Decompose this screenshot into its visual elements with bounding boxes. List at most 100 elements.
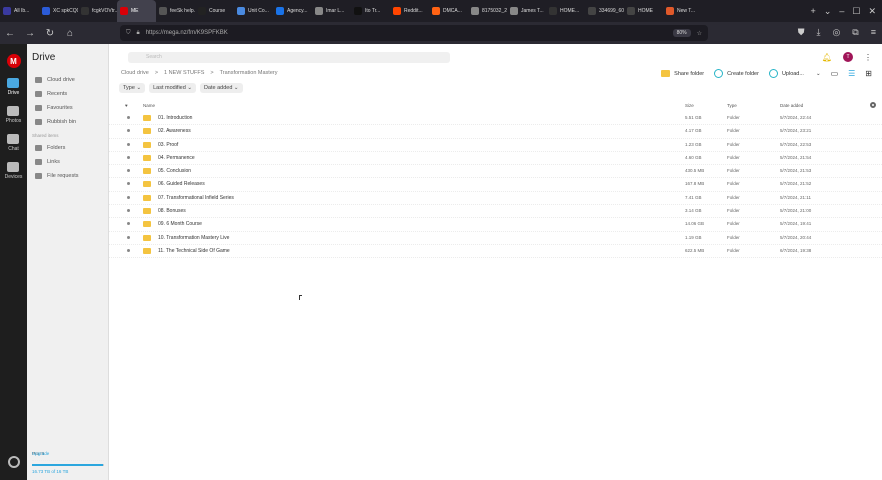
favourite-dot-icon[interactable] — [127, 195, 130, 199]
upgrade-link[interactable]: Upgrade — [32, 451, 49, 456]
table-row[interactable]: 06. Guided Releases 167.8 MB Folder 5/7/202… — [109, 178, 882, 192]
extensions-icon[interactable]: ⧉ — [852, 27, 858, 38]
favourite-dot-icon[interactable] — [127, 169, 130, 173]
table-row[interactable]: 02. Awareness 4.17 GB Folder 5/7/2024, 23:2… — [109, 125, 882, 139]
downloads-icon[interactable]: ⤓ — [816, 27, 820, 38]
minimize-icon[interactable]: – — [839, 6, 844, 17]
browser-tab[interactable]: Agency... — [273, 0, 312, 22]
forward-icon[interactable]: → — [20, 28, 40, 39]
browser-tab[interactable]: Course — [195, 0, 234, 22]
column-settings-icon[interactable] — [870, 102, 876, 108]
table-row[interactable]: 11. The Technical Side Of Game 622.5 MB Fo… — [109, 245, 882, 259]
browser-tab[interactable]: All Ib... — [0, 0, 39, 22]
reload-icon[interactable]: ↻ — [40, 28, 60, 39]
favourite-dot-icon[interactable] — [127, 116, 130, 119]
browser-tab[interactable]: XC spkCQ0U... — [39, 0, 78, 22]
new-tab-icon[interactable]: + — [811, 6, 816, 17]
size-column-header[interactable]: Size — [685, 103, 694, 108]
table-row[interactable]: 04. Permanence 4.60 GB Folder 5/7/2024, 21:… — [109, 152, 882, 166]
upload-button[interactable]: Upload... ⌄ — [768, 69, 821, 78]
bookmark-star-icon[interactable]: ☆ — [697, 30, 702, 37]
table-row[interactable]: 09. 6 Month Course 14.06 GB Folder 5/7/2024… — [109, 218, 882, 232]
table-row[interactable]: 08. Bonuses 3.14 GB Folder 5/7/2024, 21:00 — [109, 205, 882, 219]
favourite-dot-icon[interactable] — [127, 248, 130, 252]
rail-item-photos[interactable]: Photos — [5, 106, 23, 124]
filter-last-modified[interactable]: Last modified ⌄ — [149, 83, 196, 93]
breadcrumb-item[interactable]: Transformation Mastery — [220, 70, 278, 76]
browser-tab[interactable]: fcgkVOVtr... — [78, 0, 117, 22]
pocket-icon[interactable]: ⛊ — [798, 27, 805, 38]
search-input[interactable]: Search — [128, 52, 450, 63]
create-folder-button[interactable]: Create folder — [714, 69, 759, 78]
shield-icon[interactable]: ⛉ — [126, 30, 131, 37]
browser-tab[interactable]: HOME... — [546, 0, 585, 22]
zoom-badge[interactable]: 80% — [672, 29, 691, 37]
rail-item-chat[interactable]: Chat — [5, 134, 23, 152]
table-row[interactable]: 07. Transformational Infield Series 7.41 … — [109, 192, 882, 206]
row-type: Folder — [727, 234, 740, 240]
favourite-dot-icon[interactable] — [127, 155, 130, 159]
breadcrumb-item[interactable]: 1 NEW STUFFS — [164, 70, 204, 76]
sidebar-item-folders[interactable]: Folders — [27, 141, 108, 155]
filter-type[interactable]: Type ⌄ — [119, 83, 146, 93]
tab-favicon-icon — [159, 7, 167, 15]
favourite-dot-icon[interactable] — [127, 209, 130, 213]
tab-list-icon[interactable]: ⌄ — [824, 6, 832, 17]
browser-tab[interactable]: James T... — [507, 0, 546, 22]
back-icon[interactable]: ← — [0, 28, 20, 39]
breadcrumb-item[interactable]: Cloud drive — [121, 70, 149, 76]
table-row[interactable]: 03. Proof 1.23 GB Folder 5/7/2024, 22:53 — [109, 139, 882, 152]
browser-tab[interactable]: Ito Tr... — [351, 0, 390, 22]
account-icon[interactable]: ◎ — [832, 27, 840, 38]
mega-logo[interactable]: M — [6, 54, 21, 68]
table-row[interactable]: 05. Conclusion 430.5 MB Folder 5/7/2024, 21… — [109, 165, 882, 179]
grid-view-icon[interactable]: ⊞ — [865, 69, 872, 78]
list-view-icon[interactable]: ☰ — [848, 69, 855, 78]
sidebar-item-favourites[interactable]: Favourites — [27, 101, 108, 115]
date-column-header[interactable]: Date added — [780, 103, 803, 108]
favourite-dot-icon[interactable] — [127, 129, 130, 133]
lock-icon[interactable]: 🔒︎ — [137, 30, 140, 37]
browser-tab[interactable]: 334699_60... — [585, 0, 624, 22]
close-window-icon[interactable]: ✕ — [868, 6, 876, 17]
table-row[interactable]: 10. Transformation Mastery Live 1.19 GB Fo… — [109, 232, 882, 245]
browser-tab[interactable]: Imar L... — [312, 0, 351, 22]
browser-tab[interactable]: Reddit... — [390, 0, 429, 22]
home-icon[interactable]: ⌂ — [60, 28, 80, 39]
table-row[interactable]: 01. Introduction 5.51 GB Folder 5/7/2024, 2… — [109, 112, 882, 126]
type-column-header[interactable]: Type — [727, 103, 737, 108]
favourite-dot-icon[interactable] — [127, 222, 130, 226]
name-column-header[interactable]: Name — [143, 103, 155, 108]
browser-tab[interactable]: HOME — [624, 0, 663, 22]
browser-tab[interactable]: 8175032_21... — [468, 0, 507, 22]
tab-favicon-icon — [666, 7, 674, 15]
row-size: 430.5 MB — [685, 168, 705, 174]
storage-widget[interactable]: Pro III Upgrade 16.73 TB of 16 TB — [32, 448, 104, 474]
favourite-dot-icon[interactable] — [127, 142, 130, 146]
favourite-column-icon[interactable]: ♥ — [125, 103, 128, 108]
rail-item-drive[interactable]: Drive — [5, 78, 23, 96]
rail-item-devices[interactable]: Devices — [5, 162, 22, 180]
sidebar-item-rubbish-bin[interactable]: Rubbish bin — [27, 115, 108, 129]
filter-date-added[interactable]: Date added ⌄ — [199, 83, 243, 93]
info-icon[interactable]: ▭ — [831, 69, 839, 78]
address-bar[interactable]: ⛉ 🔒︎ https://mega.nz/fm/K9SPFKBK 80% ☆ — [120, 25, 708, 41]
browser-tab[interactable]: New T... — [663, 0, 702, 22]
browser-tab[interactable]: ME — [117, 0, 156, 22]
browser-tab[interactable]: DMCA... — [429, 0, 468, 22]
sidebar-item-links[interactable]: Links — [27, 155, 108, 169]
favourite-dot-icon[interactable] — [127, 182, 130, 186]
avatar[interactable]: T — [843, 52, 853, 62]
sidebar-item-cloud-drive[interactable]: Cloud drive — [27, 73, 108, 87]
browser-tab[interactable]: Unit Co... — [234, 0, 273, 22]
menu-icon[interactable]: ≡ — [871, 27, 876, 38]
sidebar-item-recents[interactable]: Recents — [27, 87, 108, 101]
maximize-icon[interactable]: ☐ — [852, 6, 860, 17]
sidebar-item-file-requests[interactable]: File requests — [27, 169, 108, 183]
favourite-dot-icon[interactable] — [127, 235, 130, 239]
settings-icon[interactable] — [7, 456, 20, 468]
more-icon[interactable]: ⋮ — [864, 53, 872, 62]
share-folder-button[interactable]: Share folder — [661, 70, 704, 77]
notification-bell-icon[interactable]: 🔔︎ — [822, 53, 832, 62]
browser-tab[interactable]: feeSk help... — [156, 0, 195, 22]
